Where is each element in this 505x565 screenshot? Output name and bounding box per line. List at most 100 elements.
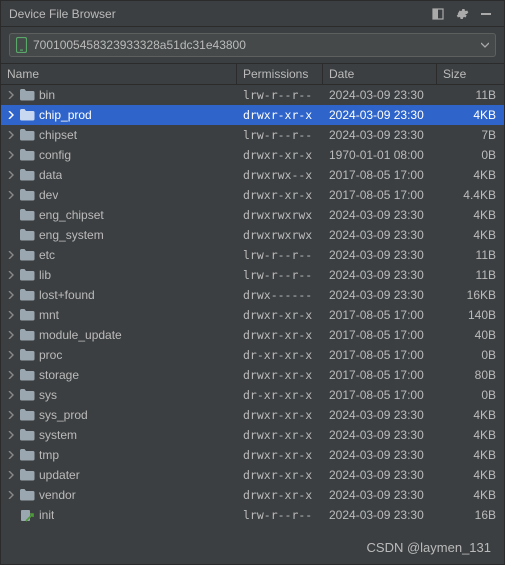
table-row[interactable]: initlrw-r--r--2024-03-09 23:3016B bbox=[1, 505, 504, 525]
cell-name: lost+found bbox=[1, 287, 237, 303]
expand-arrow-icon[interactable] bbox=[5, 489, 17, 501]
table-row[interactable]: liblrw-r--r--2024-03-09 23:3011B bbox=[1, 265, 504, 285]
cell-permissions: lrw-r--r-- bbox=[237, 248, 323, 262]
table-row[interactable]: vendordrwxr-xr-x2024-03-09 23:304KB bbox=[1, 485, 504, 505]
cell-name: tmp bbox=[1, 447, 237, 463]
expand-arrow-icon[interactable] bbox=[5, 109, 17, 121]
table-row[interactable]: module_updatedrwxr-xr-x2017-08-05 17:004… bbox=[1, 325, 504, 345]
expand-arrow-icon[interactable] bbox=[5, 309, 17, 321]
cell-date: 2024-03-09 23:30 bbox=[323, 288, 437, 302]
table-row[interactable]: mntdrwxr-xr-x2017-08-05 17:00140B bbox=[1, 305, 504, 325]
table-row[interactable]: storagedrwxr-xr-x2017-08-05 17:0080B bbox=[1, 365, 504, 385]
table-row[interactable]: chip_proddrwxr-xr-x2024-03-09 23:304KB bbox=[1, 105, 504, 125]
folder-icon bbox=[19, 327, 35, 343]
cell-size: 16KB bbox=[437, 288, 496, 302]
file-name: proc bbox=[39, 348, 62, 362]
table-row[interactable]: updaterdrwxr-xr-x2024-03-09 23:304KB bbox=[1, 465, 504, 485]
table-row[interactable]: sys_proddrwxr-xr-x2024-03-09 23:304KB bbox=[1, 405, 504, 425]
expand-arrow-icon[interactable] bbox=[5, 369, 17, 381]
table-row[interactable]: chipsetlrw-r--r--2024-03-09 23:307B bbox=[1, 125, 504, 145]
cell-name: bin bbox=[1, 87, 237, 103]
file-name: sys bbox=[39, 388, 57, 402]
table-row[interactable]: devdrwxr-xr-x2017-08-05 17:004.4KB bbox=[1, 185, 504, 205]
expand-arrow-icon[interactable] bbox=[5, 289, 17, 301]
window-mode-icon[interactable] bbox=[428, 4, 448, 24]
phone-icon bbox=[16, 37, 27, 53]
gear-icon[interactable] bbox=[452, 4, 472, 24]
file-name: bin bbox=[39, 88, 55, 102]
expand-arrow-icon[interactable] bbox=[5, 329, 17, 341]
cell-name: chipset bbox=[1, 127, 237, 143]
header-permissions[interactable]: Permissions bbox=[237, 64, 323, 84]
cell-size: 4KB bbox=[437, 428, 496, 442]
file-name: vendor bbox=[39, 488, 76, 502]
watermark: CSDN @laymen_131 bbox=[367, 540, 491, 555]
header-date[interactable]: Date bbox=[323, 64, 437, 84]
expand-arrow-icon[interactable] bbox=[5, 269, 17, 281]
expand-arrow-icon[interactable] bbox=[5, 169, 17, 181]
header-size[interactable]: Size bbox=[437, 64, 504, 84]
cell-date: 2024-03-09 23:30 bbox=[323, 468, 437, 482]
file-name: config bbox=[39, 148, 71, 162]
cell-size: 4KB bbox=[437, 408, 496, 422]
folder-icon bbox=[19, 167, 35, 183]
table-row[interactable]: eng_chipsetdrwxrwxrwx2024-03-09 23:304KB bbox=[1, 205, 504, 225]
expand-arrow-icon[interactable] bbox=[5, 449, 17, 461]
device-dropdown[interactable]: 7001005458323933328a51dc31e43800 bbox=[9, 33, 496, 57]
table-row[interactable]: etclrw-r--r--2024-03-09 23:3011B bbox=[1, 245, 504, 265]
table-row[interactable]: tmpdrwxr-xr-x2024-03-09 23:304KB bbox=[1, 445, 504, 465]
cell-size: 11B bbox=[437, 88, 496, 102]
cell-name: chip_prod bbox=[1, 107, 237, 123]
expand-arrow-icon[interactable] bbox=[5, 389, 17, 401]
file-name: eng_system bbox=[39, 228, 104, 242]
cell-date: 2017-08-05 17:00 bbox=[323, 348, 437, 362]
cell-permissions: drwxr-xr-x bbox=[237, 148, 323, 162]
expand-arrow-icon[interactable] bbox=[5, 409, 17, 421]
expand-arrow-icon[interactable] bbox=[5, 349, 17, 361]
cell-permissions: dr-xr-xr-x bbox=[237, 348, 323, 362]
folder-icon bbox=[19, 227, 35, 243]
expand-arrow-icon[interactable] bbox=[5, 189, 17, 201]
cell-permissions: lrw-r--r-- bbox=[237, 508, 323, 522]
expand-arrow-icon[interactable] bbox=[5, 429, 17, 441]
expand-arrow-icon[interactable] bbox=[5, 249, 17, 261]
table-row[interactable]: sysdr-xr-xr-x2017-08-05 17:000B bbox=[1, 385, 504, 405]
table-row[interactable]: systemdrwxr-xr-x2024-03-09 23:304KB bbox=[1, 425, 504, 445]
cell-permissions: drwx------ bbox=[237, 288, 323, 302]
header-name[interactable]: Name bbox=[1, 64, 237, 84]
folder-icon bbox=[19, 407, 35, 423]
cell-size: 4KB bbox=[437, 448, 496, 462]
cell-date: 2017-08-05 17:00 bbox=[323, 368, 437, 382]
expand-arrow-icon[interactable] bbox=[5, 89, 17, 101]
expand-arrow-icon[interactable] bbox=[5, 469, 17, 481]
table-row[interactable]: datadrwxrwx--x2017-08-05 17:004KB bbox=[1, 165, 504, 185]
file-name: data bbox=[39, 168, 62, 182]
cell-size: 4KB bbox=[437, 468, 496, 482]
minimize-icon[interactable] bbox=[476, 4, 496, 24]
cell-permissions: drwxr-xr-x bbox=[237, 408, 323, 422]
cell-size: 4KB bbox=[437, 488, 496, 502]
table-header: Name Permissions Date Size bbox=[1, 63, 504, 85]
table-row[interactable]: binlrw-r--r--2024-03-09 23:3011B bbox=[1, 85, 504, 105]
folder-icon bbox=[19, 467, 35, 483]
table-row[interactable]: procdr-xr-xr-x2017-08-05 17:000B bbox=[1, 345, 504, 365]
folder-icon bbox=[19, 187, 35, 203]
file-tree[interactable]: binlrw-r--r--2024-03-09 23:3011Bchip_pro… bbox=[1, 85, 504, 525]
cell-name: dev bbox=[1, 187, 237, 203]
cell-permissions: drwxr-xr-x bbox=[237, 108, 323, 122]
folder-icon bbox=[19, 247, 35, 263]
cell-name: eng_chipset bbox=[1, 207, 237, 223]
cell-permissions: lrw-r--r-- bbox=[237, 128, 323, 142]
cell-permissions: drwxr-xr-x bbox=[237, 428, 323, 442]
table-row[interactable]: configdrwxr-xr-x1970-01-01 08:000B bbox=[1, 145, 504, 165]
file-name: updater bbox=[39, 468, 80, 482]
cell-date: 2017-08-05 17:00 bbox=[323, 328, 437, 342]
cell-date: 1970-01-01 08:00 bbox=[323, 148, 437, 162]
expand-arrow-icon[interactable] bbox=[5, 129, 17, 141]
expand-arrow-icon[interactable] bbox=[5, 149, 17, 161]
cell-name: module_update bbox=[1, 327, 237, 343]
table-row[interactable]: lost+founddrwx------2024-03-09 23:3016KB bbox=[1, 285, 504, 305]
table-row[interactable]: eng_systemdrwxrwxrwx2024-03-09 23:304KB bbox=[1, 225, 504, 245]
cell-date: 2017-08-05 17:00 bbox=[323, 388, 437, 402]
folder-icon bbox=[19, 347, 35, 363]
